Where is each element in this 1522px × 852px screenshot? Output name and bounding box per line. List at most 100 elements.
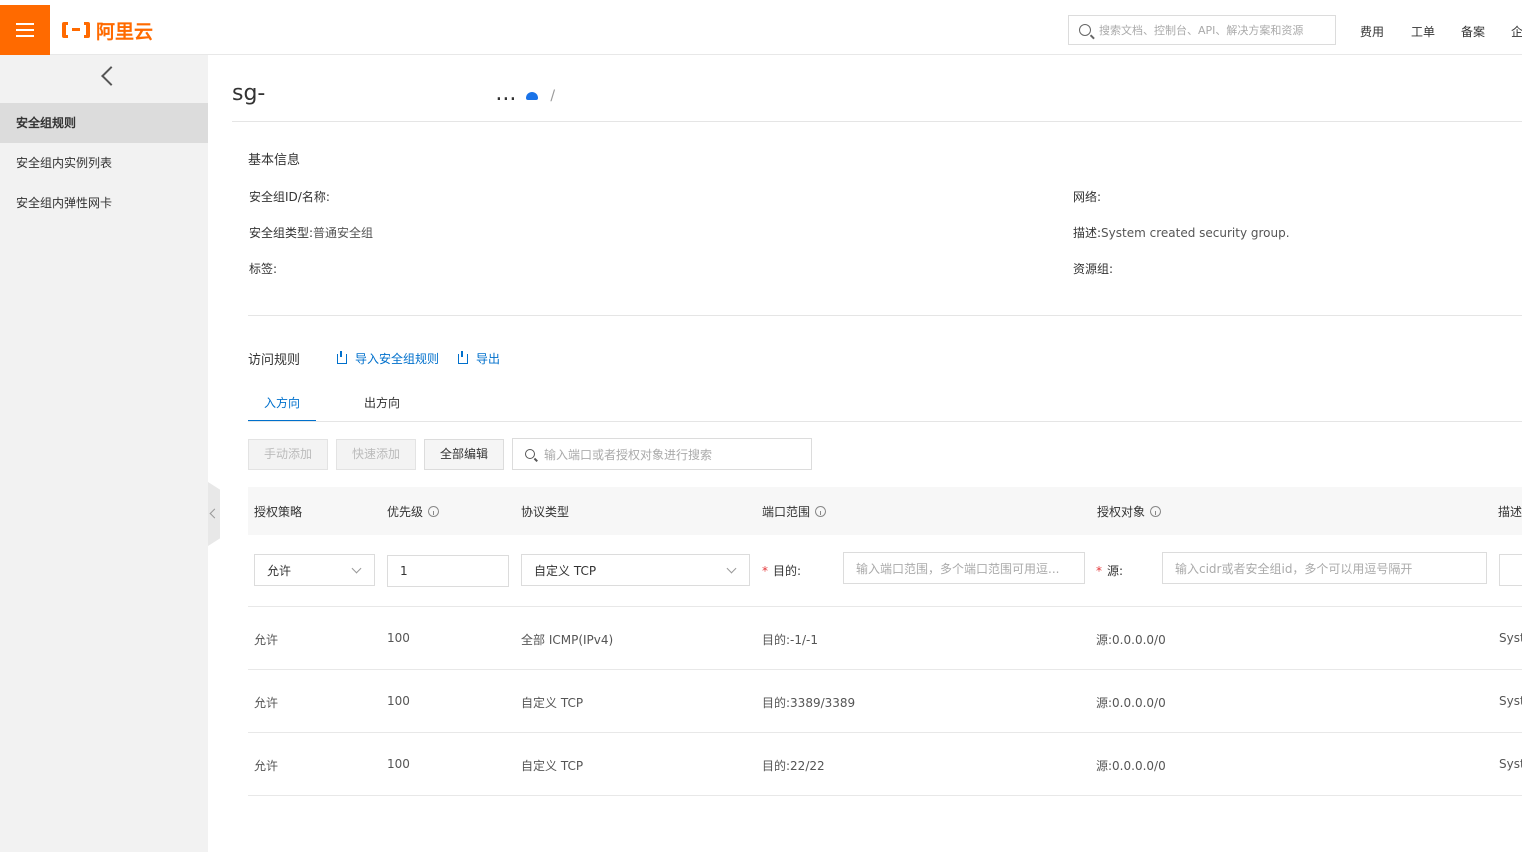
row-source: 源:0.0.0.0/0 <box>1096 696 1166 710</box>
search-icon <box>1079 24 1091 36</box>
src-label-text: 源: <box>1107 564 1124 578</box>
title-divider <box>232 121 1522 122</box>
row-port: 目的:22/22 <box>762 759 825 773</box>
rules-search-input[interactable]: 输入端口或者授权对象进行搜索 <box>512 438 812 470</box>
page-title-row: sg- ... / <box>232 75 555 111</box>
col-auth-object: 授权对象 <box>1097 503 1162 520</box>
sidebar-item-enis[interactable]: 安全组内弹性网卡 <box>0 183 208 223</box>
row-source: 源:0.0.0.0/0 <box>1096 633 1166 647</box>
row-policy: 允许 <box>254 696 279 710</box>
info-icon[interactable] <box>1150 506 1162 517</box>
edit-all-button[interactable]: 全部编辑 <box>424 439 504 470</box>
protocol-select[interactable]: 自定义 TCP <box>521 554 750 586</box>
col-protocol-label: 协议类型 <box>521 505 570 519</box>
src-label: * 源: <box>1096 564 1124 578</box>
col-description-label: 描述 <box>1498 505 1522 519</box>
row-priority: 100 <box>387 757 410 771</box>
import-rules-label: 导入安全组规则 <box>355 352 440 366</box>
row-divider <box>248 732 1522 733</box>
row-protocol: 自定义 TCP <box>521 759 584 773</box>
network-field: 网络: <box>1073 188 1101 205</box>
description-value: System created security group. <box>1101 226 1290 240</box>
search-icon <box>525 449 535 459</box>
row-policy: 允许 <box>254 633 279 647</box>
nav-icp-link[interactable]: 备案 <box>1461 23 1485 40</box>
tags-label: 标签: <box>249 262 278 276</box>
source-placeholder: 输入cidr或者安全组id，多个可以用逗号隔开 <box>1175 561 1413 576</box>
policy-select[interactable]: 允许 <box>254 554 375 586</box>
nav-ticket-link[interactable]: 工单 <box>1411 23 1435 40</box>
export-link[interactable]: 导出 <box>458 350 500 367</box>
aliyun-logo-icon <box>62 22 90 38</box>
brand-name: 阿里云 <box>96 20 154 43</box>
global-search-placeholder: 搜索文档、控制台、API、解决方案和资源 <box>1099 24 1304 37</box>
cloud-icon[interactable] <box>526 92 539 100</box>
row-policy: 允许 <box>254 759 279 773</box>
export-label: 导出 <box>476 352 501 366</box>
back-arrow-icon[interactable] <box>101 66 121 86</box>
import-rules-link[interactable]: 导入安全组规则 <box>337 350 439 367</box>
access-rules-title: 访问规则 <box>248 353 301 368</box>
row-desc: Syste <box>1499 631 1522 645</box>
description-label: 描述: <box>1073 226 1102 240</box>
col-protocol: 协议类型 <box>521 503 569 520</box>
sidebar: 安全组规则 安全组内实例列表 安全组内弹性网卡 <box>0 55 208 852</box>
row-port: 目的:-1/-1 <box>762 633 819 647</box>
hamburger-icon <box>16 29 34 31</box>
col-auth-object-label: 授权对象 <box>1097 505 1146 519</box>
sidebar-item-instances[interactable]: 安全组内实例列表 <box>0 143 208 183</box>
port-range-placeholder: 输入端口范围，多个端口范围可用逗... <box>856 561 1060 576</box>
brand-logo[interactable]: 阿里云 <box>62 19 154 43</box>
manual-add-button[interactable]: 手动添加 <box>248 439 328 470</box>
nav-billing-link[interactable]: 费用 <box>1360 23 1384 40</box>
col-policy: 授权策略 <box>254 503 302 520</box>
download-icon <box>458 350 468 364</box>
info-icon[interactable] <box>815 506 827 517</box>
row-source: 源:0.0.0.0/0 <box>1096 759 1166 773</box>
row-divider <box>248 669 1522 670</box>
menu-toggle-button[interactable] <box>0 5 50 55</box>
sg-type-label: 安全组类型: <box>249 226 314 240</box>
sg-id-name-field: 安全组ID/名称: <box>249 188 330 205</box>
row-protocol: 自定义 TCP <box>521 696 584 710</box>
quick-add-button[interactable]: 快速添加 <box>336 439 416 470</box>
col-port-range-label: 端口范围 <box>762 505 811 519</box>
col-priority-label: 优先级 <box>387 505 424 519</box>
col-policy-label: 授权策略 <box>254 505 303 519</box>
page-title-suffix: ... <box>495 80 517 106</box>
description-input[interactable] <box>1499 554 1522 586</box>
sidebar-collapse-handle[interactable] <box>208 482 220 546</box>
row-protocol: 全部 ICMP(IPv4) <box>521 633 614 647</box>
port-range-input[interactable]: 输入端口范围，多个端口范围可用逗... <box>843 552 1085 584</box>
sidebar-item-rules[interactable]: 安全组规则 <box>0 103 208 143</box>
page-title-prefix: sg- <box>232 80 266 106</box>
global-search-input[interactable]: 搜索文档、控制台、API、解决方案和资源 <box>1068 15 1336 45</box>
source-input[interactable]: 输入cidr或者安全组id，多个可以用逗号隔开 <box>1162 552 1487 584</box>
priority-input-value: 1 <box>400 564 408 578</box>
chevron-down-icon <box>726 563 737 574</box>
tab-outbound[interactable]: 出方向 <box>348 388 416 422</box>
basic-info-title: 基本信息 <box>248 153 301 168</box>
row-port: 目的:3389/3389 <box>762 696 856 710</box>
row-divider <box>248 795 1522 796</box>
policy-select-value: 允许 <box>267 563 292 578</box>
nav-enterprise-link[interactable]: 企 <box>1511 23 1522 40</box>
top-bar: 阿里云 搜索文档、控制台、API、解决方案和资源 费用 工单 备案 企 <box>0 0 1522 55</box>
priority-input[interactable]: 1 <box>387 555 509 587</box>
resource-group-label: 资源组: <box>1073 262 1114 276</box>
upload-icon <box>337 350 347 364</box>
chevron-down-icon <box>351 563 362 574</box>
row-desc: Syste <box>1499 694 1522 708</box>
info-divider <box>248 315 1522 316</box>
network-label: 网络: <box>1073 190 1102 204</box>
col-description: 描述 <box>1498 503 1522 520</box>
title-separator: / <box>550 88 556 104</box>
row-priority: 100 <box>387 631 410 645</box>
rules-search-placeholder: 输入端口或者授权对象进行搜索 <box>544 447 713 462</box>
tabs-divider <box>248 421 1522 422</box>
tab-inbound[interactable]: 入方向 <box>248 388 316 422</box>
row-divider <box>248 606 1522 607</box>
sg-type-value: 普通安全组 <box>313 226 374 240</box>
info-icon[interactable] <box>428 506 440 517</box>
sg-type-field: 安全组类型:普通安全组 <box>249 224 373 241</box>
